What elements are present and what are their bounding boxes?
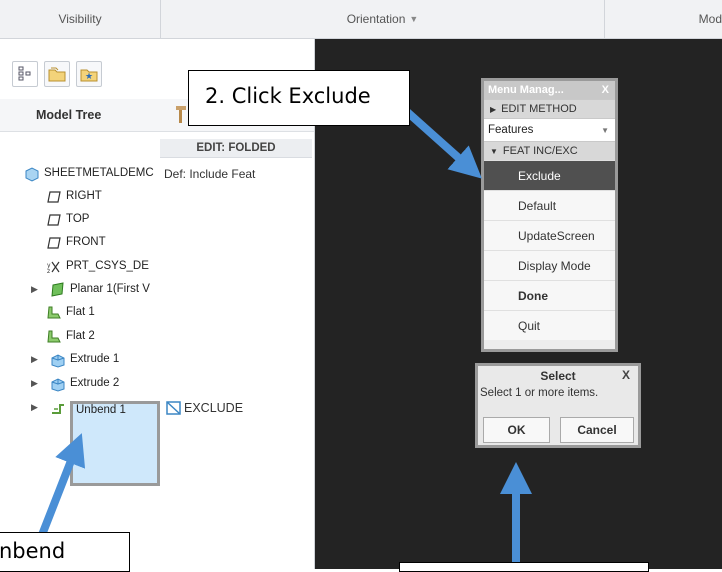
callout-unbend-text: nbend xyxy=(0,539,66,563)
arrow-to-exclude xyxy=(402,107,482,179)
callout-select-box xyxy=(399,562,649,572)
arrow-to-unbend xyxy=(36,433,86,542)
callout-click-exclude: 2. Click Exclude xyxy=(188,70,410,126)
callout-click-exclude-text: 2. Click Exclude xyxy=(205,84,371,108)
callout-unbend: nbend xyxy=(0,532,130,572)
